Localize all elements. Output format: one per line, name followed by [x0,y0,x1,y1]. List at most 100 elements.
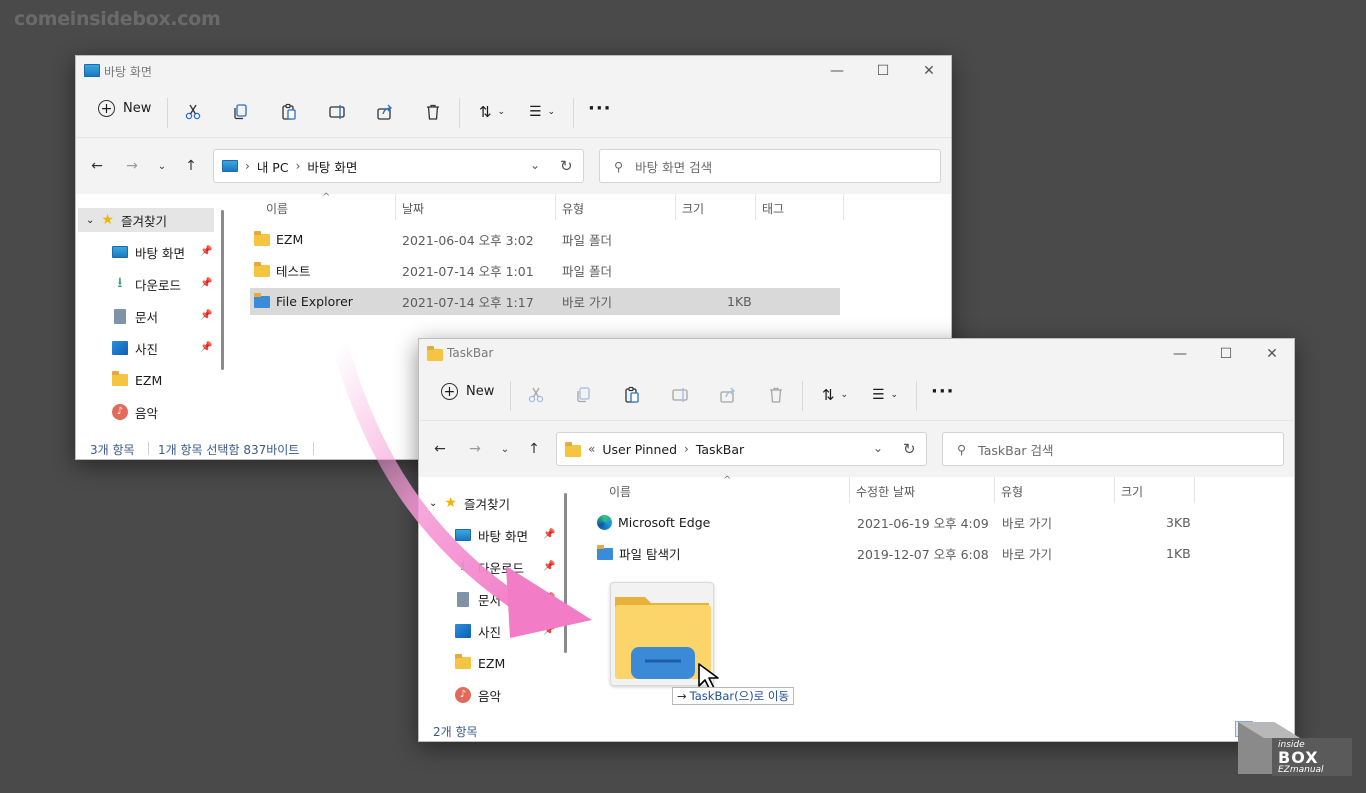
sidebar-scrollbar[interactable] [564,493,567,653]
more-options-button[interactable]: ··· [588,98,612,119]
copy-button[interactable] [571,383,597,407]
download-icon: ⭳ [460,558,466,574]
maximize-button[interactable]: ☐ [1203,339,1249,369]
up-button[interactable]: ↑ [523,439,545,459]
breadcrumb-item[interactable]: 바탕 화면 [307,157,357,176]
view-button[interactable]: ☰ ⌄ [865,383,905,407]
column-separator[interactable] [555,194,556,220]
column-header-modified[interactable]: 수정한 날짜 [856,483,915,500]
column-separator[interactable] [849,477,850,503]
recent-locations-button[interactable]: ⌄ [494,439,516,459]
cut-button[interactable] [523,383,549,407]
column-separator[interactable] [1114,477,1115,503]
column-separator[interactable] [755,194,756,220]
title-bar[interactable]: TaskBar — ☐ ✕ [419,339,1294,369]
sidebar-item-music[interactable]: ♪ 음악 [112,400,158,424]
more-options-button[interactable]: ··· [931,381,955,402]
rename-button[interactable] [667,383,693,407]
address-dropdown-button[interactable]: ⌄ [873,441,883,455]
column-header-tags[interactable]: 태그 [762,200,784,217]
pin-icon: 📌 [200,310,213,321]
refresh-button[interactable]: ↻ [560,157,573,175]
column-separator[interactable] [994,477,995,503]
pin-icon: 📌 [543,625,556,636]
share-button[interactable] [372,100,398,124]
forward-button[interactable]: → [121,156,143,176]
column-header-name[interactable]: 이름 [609,483,631,500]
back-button[interactable]: ← [86,156,108,176]
column-separator[interactable] [675,194,676,220]
search-box[interactable]: ⚲ 바탕 화면 검색 [599,149,941,183]
breadcrumb-item[interactable]: TaskBar [696,442,744,457]
table-row[interactable]: 파일 탐색기 2019-12-07 오후 6:08 바로 가기 1KB [593,540,1193,567]
clipboard-icon [282,103,296,120]
table-row[interactable]: Microsoft Edge 2021-06-19 오후 4:09 바로 가기 … [593,509,1193,536]
search-box[interactable]: ⚲ TaskBar 검색 [942,432,1284,466]
sidebar-item-downloads[interactable]: ⭳ 다운로드 [455,555,524,579]
column-separator[interactable] [1194,477,1195,503]
paste-button[interactable] [619,383,645,407]
paste-button[interactable] [276,100,302,124]
breadcrumb-item[interactable]: User Pinned [602,442,677,457]
table-row[interactable]: File Explorer 2021-07-14 오후 1:17 바로 가기 1… [250,288,840,315]
table-row[interactable]: 테스트 2021-07-14 오후 1:01 파일 폴더 [250,257,840,284]
refresh-button[interactable]: ↻ [903,440,916,458]
sidebar-item-documents[interactable]: 문서 [455,587,501,611]
recent-locations-button[interactable]: ⌄ [151,156,173,176]
up-button[interactable]: ↑ [180,156,202,176]
command-bar: + New ⇅ ⌄ ☰ ⌄ ··· [76,86,951,138]
trash-icon [770,387,782,403]
delete-button[interactable] [763,383,789,407]
sort-button[interactable]: ⇅ ⌄ [815,383,855,407]
column-header-size[interactable]: 크기 [1121,483,1143,500]
sidebar-item-downloads[interactable]: ⭳ 다운로드 [112,272,181,296]
address-dropdown-button[interactable]: ⌄ [530,158,540,172]
desktop-icon [222,160,238,172]
sidebar-item-pictures[interactable]: 사진 [455,619,501,643]
overflow-chevron-icon[interactable]: « [588,442,595,456]
forward-button[interactable]: → [464,439,486,459]
column-header-name[interactable]: 이름 [266,200,288,217]
share-button[interactable] [715,383,741,407]
copy-button[interactable] [228,100,254,124]
minimize-button[interactable]: — [814,56,860,86]
sort-button[interactable]: ⇅ ⌄ [472,100,512,124]
column-separator[interactable] [843,194,844,220]
close-button[interactable]: ✕ [1249,339,1294,369]
file-size: 1KB [1166,546,1191,561]
title-bar[interactable]: 바탕 화면 — ☐ ✕ [76,56,951,86]
close-button[interactable]: ✕ [906,56,951,86]
back-button[interactable]: ← [429,439,451,459]
sidebar-item-favorites[interactable]: ⌄ ★ 즐겨찾기 [421,491,557,515]
table-row[interactable]: EZM 2021-06-04 오후 3:02 파일 폴더 [250,226,840,253]
sidebar-item-documents[interactable]: 문서 [112,304,158,328]
sidebar-item-desktop[interactable]: 바탕 화면 [112,240,185,264]
address-bar[interactable]: « User Pinned › TaskBar ⌄ ↻ [556,432,927,466]
address-bar[interactable]: › 내 PC › 바탕 화면 ⌄ ↻ [213,149,584,183]
column-header-type[interactable]: 유형 [1001,483,1023,500]
rename-button[interactable] [324,100,350,124]
share-icon [720,387,735,403]
new-button[interactable]: + New [98,100,151,117]
column-separator[interactable] [395,194,396,220]
cut-button[interactable] [180,100,206,124]
new-button[interactable]: + New [441,383,494,400]
content-area: ⌄ ★ 즐겨찾기 바탕 화면 📌 ⭳ 다운로드 📌 문서 📌 사진 📌 EZM … [419,475,1294,717]
sidebar-item-favorites[interactable]: ⌄ ★ 즐겨찾기 [78,208,214,232]
minimize-button[interactable]: — [1157,339,1203,369]
sidebar-scrollbar[interactable] [221,210,224,370]
file-name: 테스트 [276,264,311,279]
column-header-size[interactable]: 크기 [682,200,704,217]
delete-button[interactable] [420,100,446,124]
maximize-button[interactable]: ☐ [860,56,906,86]
view-button[interactable]: ☰ ⌄ [522,100,562,124]
sidebar-item-ezm[interactable]: EZM [455,651,505,675]
sidebar-item-pictures[interactable]: 사진 [112,336,158,360]
sort-icon: ⇅ [821,386,835,404]
column-header-type[interactable]: 유형 [562,200,584,217]
breadcrumb-item[interactable]: 내 PC [257,157,289,176]
column-header-date[interactable]: 날짜 [402,200,424,217]
sidebar-item-ezm[interactable]: EZM [112,368,162,392]
sidebar-item-desktop[interactable]: 바탕 화면 [455,523,528,547]
sidebar-item-music[interactable]: ♪ 음악 [455,683,501,707]
